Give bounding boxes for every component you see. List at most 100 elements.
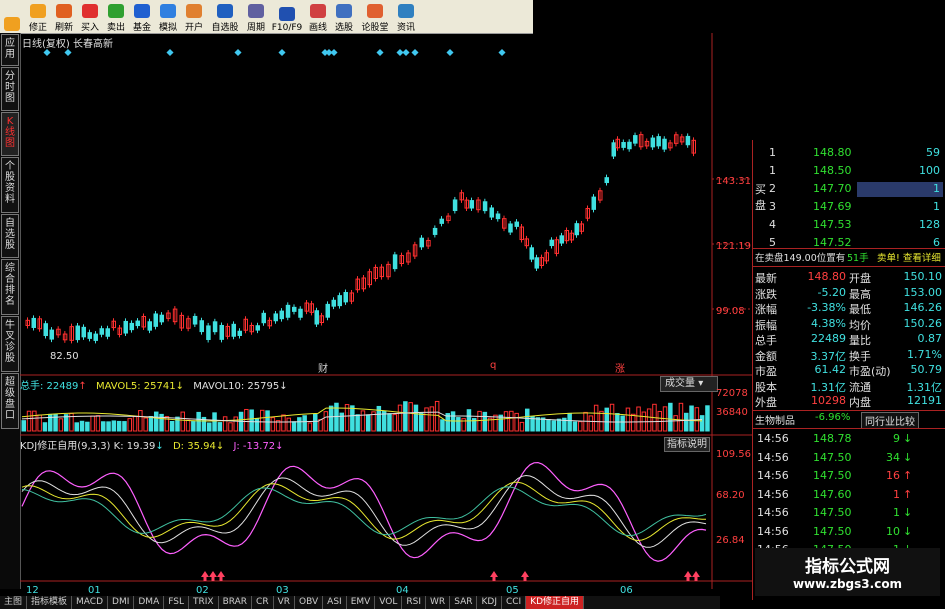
indicator-tab-2[interactable]: MACD (72, 596, 109, 609)
toolbar-button-3[interactable]: 买入 (78, 0, 102, 33)
candle-body (621, 142, 626, 148)
forum-icon (367, 4, 383, 18)
left-tab-6[interactable]: 牛叉诊股 (1, 316, 19, 372)
indicator-tab-19[interactable]: KD修正自用 (526, 596, 585, 609)
toolbar-button-label: 开户 (184, 23, 203, 33)
sector-name[interactable]: 生物制品 (755, 412, 795, 427)
volume-bar (466, 409, 472, 432)
toolbar-button-label: 画线 (308, 23, 327, 33)
toolbar-button-0[interactable] (0, 0, 24, 33)
volume-bar (323, 411, 329, 432)
chart-canvas[interactable] (20, 33, 752, 589)
toolbar-button-7[interactable]: 开户 (182, 0, 206, 33)
order-book-row[interactable]: 2 147.70 1 (753, 182, 945, 198)
toolbar-button-11[interactable]: 画线 (306, 0, 330, 33)
volume-bar (551, 420, 556, 432)
volume-bar (148, 415, 154, 432)
indicator-tab-10[interactable]: OBV (295, 596, 324, 609)
volume-bar (191, 421, 196, 432)
order-book-row[interactable]: 3 147.69 1 (753, 200, 945, 216)
indicator-tab-17[interactable]: KDJ (477, 596, 502, 609)
left-tab-5[interactable]: 综合排名 (1, 259, 19, 315)
indicator-tab-0[interactable]: 主图 (0, 596, 28, 609)
indicator-tab-12[interactable]: EMV (347, 596, 376, 609)
toolbar-button-14[interactable]: 资讯 (394, 0, 418, 33)
left-tab-7[interactable]: 超级盘口 (1, 373, 19, 429)
chevron-down-icon: ▾ (698, 378, 704, 389)
indicator-tab-1[interactable]: 指标模板 (27, 596, 73, 609)
sell-detail-link[interactable]: 卖单! 查看详细 (877, 250, 941, 264)
toolbar-button-label: 刷新 (54, 23, 73, 33)
kdj-d-value: D: 35.94 (172, 441, 216, 452)
event-marker-cai[interactable]: 财 (318, 360, 328, 375)
candle-body (159, 314, 164, 323)
indicator-tab-8[interactable]: CR (252, 596, 274, 609)
toolbar-button-13[interactable]: 论股堂 (358, 0, 392, 33)
industry-compare-button[interactable]: 同行业比较 (861, 412, 919, 429)
volume-bar (122, 421, 127, 432)
left-tab-4[interactable]: 自选股 (1, 214, 19, 258)
toolbar-button-4[interactable]: 卖出 (104, 0, 128, 33)
order-book-row[interactable]: 4 147.53 128 (753, 218, 945, 234)
indicator-tab-7[interactable]: BRAR (219, 596, 253, 609)
indicator-tab-16[interactable]: SAR (450, 596, 478, 609)
left-tab-0[interactable]: 应用 (1, 34, 19, 66)
left-tab-3[interactable]: 个股资料 (1, 157, 19, 213)
volume-bar (684, 412, 689, 432)
indicator-tab-13[interactable]: VOL (375, 596, 403, 609)
toolbar-button-12[interactable]: 选股 (332, 0, 356, 33)
indicator-help-button[interactable]: 指标说明 (664, 437, 710, 452)
event-marker-q[interactable]: q (490, 360, 496, 371)
volume-bar (413, 404, 419, 432)
toolbar-button-1[interactable]: 修正 (26, 0, 50, 33)
volume-bar (217, 422, 223, 432)
volume-bar (249, 409, 254, 432)
event-marker-zhang[interactable]: 涨 (615, 360, 625, 375)
x-label-12: 12 (26, 585, 39, 596)
candle-body (212, 321, 218, 333)
indicator-tab-5[interactable]: FSL (164, 596, 189, 609)
indicator-tab-15[interactable]: WR (426, 596, 451, 609)
indicator-tab-3[interactable]: DMI (108, 596, 135, 609)
indicator-tab-9[interactable]: VR (274, 596, 296, 609)
candle-body (237, 330, 242, 336)
quote-row: 总手 22489 量比 0.87 (755, 332, 942, 347)
toolbar-button-label: 买入 (80, 23, 99, 33)
toolbar-button-8[interactable]: 自选股 (208, 0, 242, 33)
order-book-row[interactable]: 1 148.80 59 (753, 146, 945, 162)
candle-body (685, 135, 691, 146)
toolbar-button-label: 论股堂 (361, 23, 389, 33)
candle-body (574, 223, 579, 236)
signal-diamond-icon (402, 48, 410, 57)
candle-body (452, 199, 458, 212)
indicator-tab-14[interactable]: RSI (402, 596, 427, 609)
kdj-d-line (21, 481, 707, 542)
volume-bar (254, 418, 260, 432)
left-tab-1[interactable]: 分时图 (1, 67, 19, 111)
indicator-tab-4[interactable]: DMA (134, 596, 165, 609)
x-label-03: 03 (276, 585, 289, 596)
toolbar-button-6[interactable]: 模拟 (156, 0, 180, 33)
volume-bar (260, 409, 265, 432)
kline-chart-area[interactable]: 日线(复权) 长春高新 143.31 121.19 99.08 82.50 财 … (20, 33, 752, 596)
indicator-tab-6[interactable]: TRIX (189, 596, 219, 609)
volume-bar (636, 406, 641, 432)
toolbar-button-9[interactable]: 周期 (244, 0, 268, 33)
order-book-row[interactable]: 1 148.50 100 (753, 164, 945, 180)
buy-signal-arrow-icon (201, 571, 209, 581)
volume-bar (207, 422, 212, 432)
volume-bar (302, 415, 307, 432)
toolbar-button-5[interactable]: 基金 (130, 0, 154, 33)
toolbar-button-2[interactable]: 刷新 (52, 0, 76, 33)
volume-indicator-select[interactable]: 成交量 ▾ (660, 376, 718, 392)
arrow-up-icon: ↑ (903, 469, 913, 482)
sell-icon (108, 4, 124, 18)
watermark: 指标公式网 www.zbgs3.com (755, 548, 940, 596)
volume-bar (366, 414, 371, 432)
volume-bar (477, 410, 482, 432)
indicator-tab-18[interactable]: CCI (502, 596, 527, 609)
toolbar-button-10[interactable]: F10/F9 (270, 0, 304, 33)
news-icon (398, 4, 414, 18)
left-tab-2[interactable]: K线图 (1, 112, 19, 156)
indicator-tab-11[interactable]: ASI (323, 596, 347, 609)
